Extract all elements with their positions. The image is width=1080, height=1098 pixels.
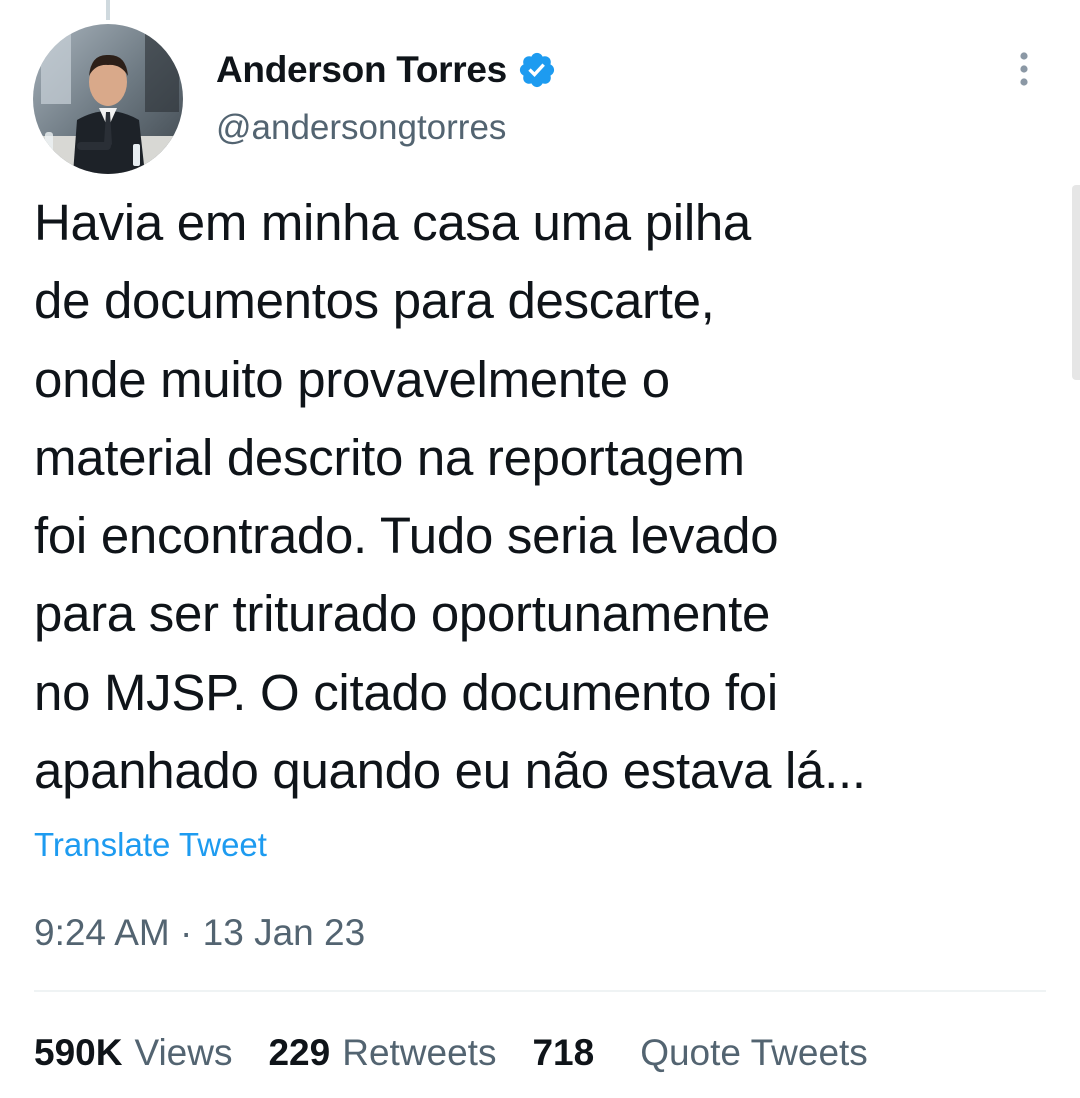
tweet-timestamp[interactable]: 9:24 AM · 13 Jan 23 bbox=[34, 912, 365, 954]
retweets-count: 229 bbox=[268, 1032, 331, 1073]
tweet-stats: 590K Views 229 Retweets 718 Quote Tweets bbox=[34, 1030, 868, 1076]
tweet-text-line: onde muito provavelmente o bbox=[34, 350, 670, 408]
verified-badge-icon bbox=[517, 50, 557, 90]
tweet-text-line: material descrito na reportagem bbox=[34, 428, 745, 486]
author-handle[interactable]: @andersongtorres bbox=[216, 108, 506, 148]
tweet-text-line: foi encontrado. Tudo seria levado bbox=[34, 507, 779, 565]
views-count: 590K bbox=[34, 1032, 123, 1073]
avatar[interactable] bbox=[33, 24, 183, 174]
more-vertical-icon[interactable] bbox=[1012, 48, 1036, 92]
views-stat[interactable]: 590K Views bbox=[34, 1032, 232, 1074]
tweet-text-line: apanhado quando eu não estava lá... bbox=[34, 742, 866, 800]
views-label: Views bbox=[134, 1032, 233, 1073]
retweets-label: Retweets bbox=[342, 1032, 497, 1073]
author-display-name[interactable]: Anderson Torres bbox=[216, 49, 507, 91]
avatar-photo bbox=[33, 24, 183, 174]
tweet-text-line: de documentos para descarte, bbox=[34, 272, 715, 330]
translate-tweet-link[interactable]: Translate Tweet bbox=[34, 826, 267, 864]
author-name-row: Anderson Torres bbox=[216, 44, 557, 96]
quote-tweets-stat[interactable]: 718 Quote Tweets bbox=[532, 1032, 867, 1074]
tweet-text-line: no MJSP. O citado documento foi bbox=[34, 663, 778, 721]
retweets-stat[interactable]: 229 Retweets bbox=[268, 1032, 496, 1074]
quote-tweets-count: 718 bbox=[532, 1032, 595, 1073]
tweet-text-line: para ser triturado oportunamente bbox=[34, 585, 771, 643]
scrollbar[interactable] bbox=[1072, 185, 1080, 380]
divider bbox=[34, 990, 1046, 992]
tweet-text: Havia em minha casa uma pilha de documen… bbox=[34, 184, 1034, 810]
quote-tweets-label: Quote Tweets bbox=[640, 1032, 868, 1073]
tweet-text-line: Havia em minha casa uma pilha bbox=[34, 194, 751, 251]
thread-connector-line bbox=[106, 0, 110, 20]
